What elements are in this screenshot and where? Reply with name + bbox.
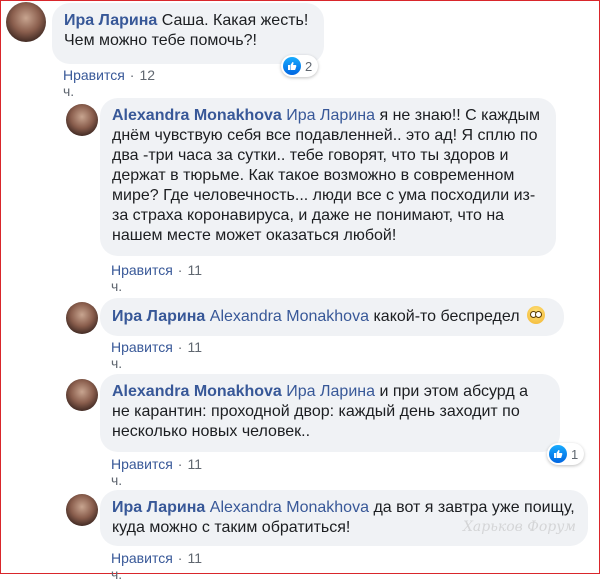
like-reaction-icon	[549, 445, 567, 463]
reaction-count[interactable]: 1	[547, 443, 585, 465]
avatar[interactable]	[66, 494, 98, 526]
comment-text: какой-то беспредел	[373, 308, 520, 325]
mention-link[interactable]: Alexandra Monakhova	[210, 308, 369, 325]
avatar[interactable]	[66, 302, 98, 334]
mention-link[interactable]: Alexandra Monakhova	[210, 499, 369, 516]
comment-actions: Нравится · 11 ч.	[111, 456, 202, 488]
avatar[interactable]	[66, 104, 98, 136]
like-button[interactable]: Нравится	[63, 67, 125, 83]
comment-bubble: Ира Ларина Alexandra Monakhova да вот я …	[100, 490, 588, 546]
reaction-count[interactable]: 2	[281, 55, 319, 77]
comment-bubble: Ира Ларина Alexandra Monakhova какой-то …	[100, 298, 564, 336]
like-button[interactable]: Нравится	[111, 262, 173, 278]
avatar[interactable]	[6, 2, 46, 42]
comment-actions: Нравится · 11 ч.	[111, 339, 202, 371]
comment-text: я не знаю!! С каждым днём чувствую себя …	[112, 107, 540, 244]
comment-actions: Нравится · 12 ч.	[63, 67, 156, 99]
avatar[interactable]	[66, 379, 98, 411]
like-button[interactable]: Нравится	[111, 456, 173, 472]
rolling-eyes-emoji-icon	[527, 306, 546, 324]
comment-author[interactable]: Ира Ларина	[112, 499, 205, 516]
comment-actions: Нравится · 11 ч.	[111, 550, 202, 582]
like-button[interactable]: Нравится	[111, 550, 173, 566]
comment-actions: Нравится · 11 ч.	[111, 262, 202, 294]
comment-author[interactable]: Ира Ларина	[64, 12, 157, 29]
comment-bubble: Ира Ларина Саша. Какая жесть! Чем можно …	[52, 3, 324, 64]
mention-link[interactable]: Ира Ларина	[286, 107, 375, 124]
comment-bubble: Alexandra Monakhova Ира Ларина и при это…	[100, 374, 560, 452]
like-button[interactable]: Нравится	[111, 339, 173, 355]
comment-author[interactable]: Alexandra Monakhova	[112, 383, 282, 400]
reaction-number: 2	[305, 58, 313, 74]
like-reaction-icon	[283, 57, 301, 75]
comment-author[interactable]: Ира Ларина	[112, 308, 205, 325]
comment-bubble: Alexandra Monakhova Ира Ларина я не знаю…	[100, 98, 556, 256]
mention-link[interactable]: Ира Ларина	[286, 383, 375, 400]
watermark: Харьков Форум	[462, 519, 576, 535]
comment-author[interactable]: Alexandra Monakhova	[112, 107, 282, 124]
reaction-number: 1	[571, 446, 579, 462]
